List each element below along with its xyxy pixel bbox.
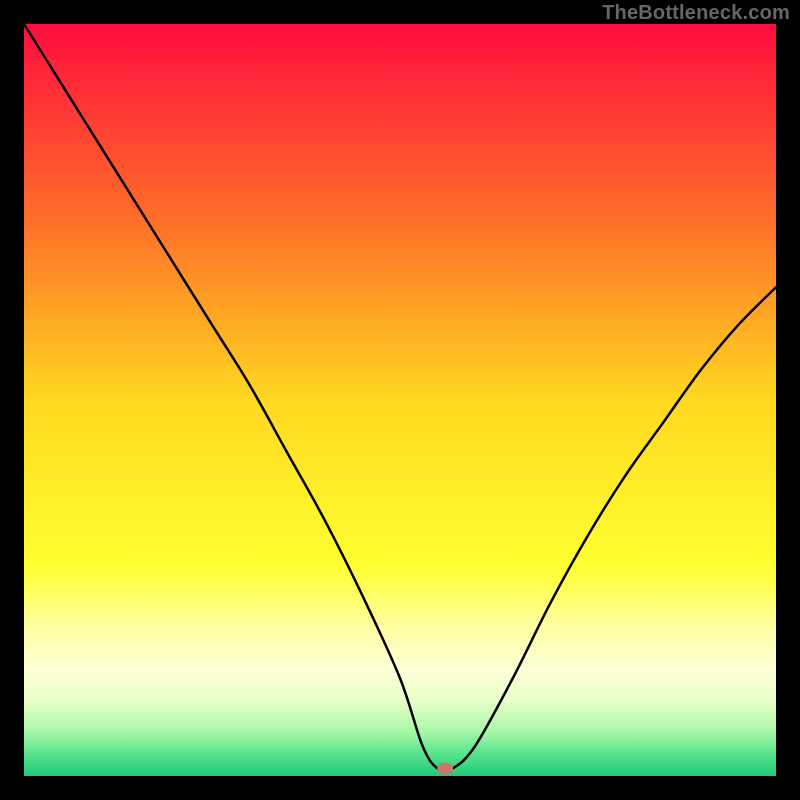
gradient-background [24,24,776,776]
watermark-text: TheBottleneck.com [602,2,790,25]
chart-frame: TheBottleneck.com [0,0,800,800]
plot-area [24,24,776,776]
chart-svg [24,24,776,776]
optimal-marker [437,762,453,774]
